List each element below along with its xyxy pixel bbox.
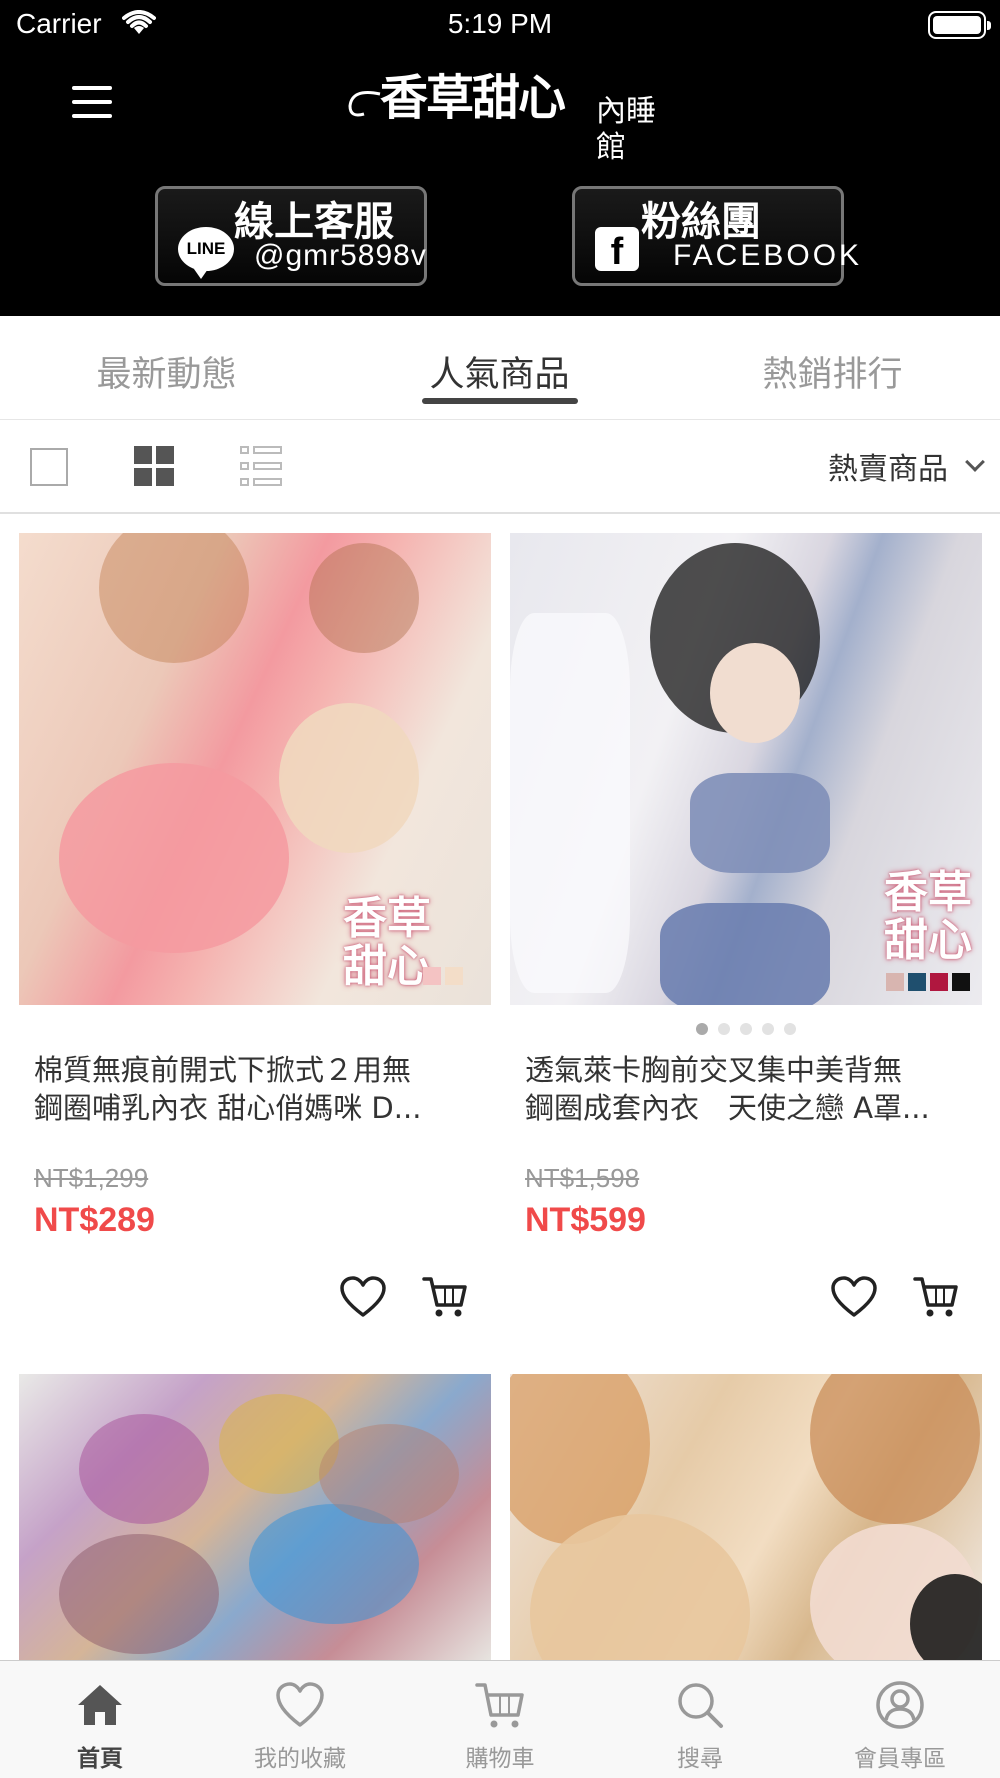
product-name-line: 鋼圈哺乳內衣 甜心俏媽咪 D... bbox=[34, 1091, 422, 1125]
tab-best-sellers[interactable]: 熱銷排行 bbox=[666, 346, 999, 397]
swatch bbox=[908, 973, 926, 991]
favorite-heart-icon[interactable] bbox=[339, 1275, 387, 1319]
hamburger-menu-button[interactable] bbox=[66, 80, 118, 126]
home-icon bbox=[78, 1685, 122, 1725]
line-support-button[interactable]: LINE 線上客服 @gmr5898v bbox=[155, 186, 427, 286]
product-name[interactable]: 棉質無痕前開式下掀式２用無 鋼圈哺乳內衣 甜心俏媽咪 D... bbox=[34, 1051, 474, 1127]
tab-latest-news[interactable]: 最新動態 bbox=[0, 346, 333, 397]
carousel-dot[interactable] bbox=[762, 1023, 774, 1035]
chevron-down-icon bbox=[965, 452, 985, 472]
product-image-carousel[interactable]: 香草 甜心 bbox=[510, 533, 982, 1005]
add-to-cart-icon[interactable] bbox=[421, 1273, 469, 1321]
line-icon: LINE bbox=[178, 227, 234, 279]
logo-main-text: 香草甜心 bbox=[380, 70, 566, 126]
tabbar-label: 會員專區 bbox=[854, 1746, 946, 1772]
logo-swirl-icon bbox=[348, 91, 381, 117]
grid-view-icon[interactable] bbox=[134, 446, 174, 486]
swatch bbox=[445, 967, 463, 985]
swatch bbox=[886, 973, 904, 991]
carousel-dot[interactable] bbox=[718, 1023, 730, 1035]
battery-icon bbox=[928, 11, 991, 39]
sale-price: NT$289 bbox=[34, 1201, 155, 1239]
product-name-line: 棉質無痕前開式下掀式２用無 bbox=[34, 1053, 412, 1087]
sort-dropdown[interactable]: 熱賣商品 bbox=[828, 444, 985, 488]
status-time: 5:19 PM bbox=[447, 8, 553, 39]
product-name-line: 透氣萊卡胸前交叉集中美背無 bbox=[525, 1053, 903, 1087]
watermark-line: 甜心 bbox=[884, 915, 972, 966]
swatch bbox=[930, 973, 948, 991]
sale-price: NT$599 bbox=[525, 1201, 646, 1239]
menu-line bbox=[72, 114, 112, 118]
original-price: NT$1,299 bbox=[34, 1163, 149, 1193]
menu-line bbox=[72, 100, 112, 104]
swatch bbox=[952, 973, 970, 991]
heart-icon bbox=[276, 1682, 324, 1727]
tabbar-favorites[interactable]: 我的收藏 bbox=[200, 1661, 400, 1778]
tabbar-label: 首頁 bbox=[77, 1746, 123, 1772]
tabbar-member[interactable]: 會員專區 bbox=[800, 1661, 1000, 1778]
tab-popular-products[interactable]: 人氣商品 bbox=[333, 346, 666, 397]
favorite-heart-icon[interactable] bbox=[830, 1275, 878, 1319]
product-card[interactable] bbox=[19, 1374, 491, 1660]
product-card[interactable]: 香草 甜心 棉質無痕前開式下掀式２用無 鋼圈哺乳內衣 甜心俏媽咪 D... NT… bbox=[19, 533, 491, 1317]
tabbar-label: 購物車 bbox=[465, 1746, 535, 1772]
product-name-line: 鋼圈成套內衣 天使之戀 A罩... bbox=[525, 1091, 930, 1125]
watermark-line: 香草 bbox=[884, 867, 972, 918]
tabbar-home[interactable]: 首頁 bbox=[0, 1661, 200, 1778]
single-view-icon[interactable] bbox=[30, 448, 68, 486]
carousel-dot[interactable] bbox=[696, 1023, 708, 1035]
category-tabs: 最新動態 人氣商品 熱銷排行 bbox=[0, 316, 1000, 420]
tabbar-label: 搜尋 bbox=[677, 1746, 723, 1772]
bottom-tab-bar: 首頁 我的收藏 購物車 搜尋 會員專區 bbox=[0, 1660, 1000, 1778]
original-price: NT$1,598 bbox=[525, 1163, 640, 1193]
product-image[interactable] bbox=[510, 1374, 982, 1660]
view-toolbar: 熱賣商品 bbox=[0, 420, 1000, 514]
user-icon bbox=[876, 1681, 924, 1729]
tabbar-search[interactable]: 搜尋 bbox=[600, 1661, 800, 1778]
facebook-icon: f bbox=[595, 227, 639, 273]
product-image[interactable] bbox=[19, 1374, 491, 1660]
status-bar: Carrier 5:19 PM bbox=[0, 0, 1000, 50]
line-button-subtitle: @gmr5898v bbox=[254, 239, 427, 272]
color-swatches bbox=[423, 967, 463, 985]
swatch bbox=[423, 967, 441, 985]
add-to-cart-icon[interactable] bbox=[912, 1273, 960, 1321]
facebook-fanpage-button[interactable]: f 粉絲團 FACEBOOK bbox=[572, 186, 859, 286]
product-name[interactable]: 透氣萊卡胸前交叉集中美背無 鋼圈成套內衣 天使之戀 A罩... bbox=[525, 1051, 965, 1127]
carousel-dot[interactable] bbox=[784, 1023, 796, 1035]
tabbar-label: 我的收藏 bbox=[254, 1746, 346, 1772]
product-card[interactable]: 香草 甜心 透氣萊卡胸前交叉集中美背無 鋼圈成套內衣 天使之戀 A罩... NT… bbox=[510, 533, 982, 1317]
logo-sub-text: 內睡館 bbox=[596, 94, 656, 165]
brand-watermark: 香草 甜心 bbox=[343, 895, 431, 991]
active-tab-indicator bbox=[422, 398, 578, 404]
product-card[interactable] bbox=[510, 1374, 982, 1660]
product-image[interactable]: 香草 甜心 bbox=[19, 533, 491, 1005]
brand-logo[interactable]: 香草甜心 內睡館 bbox=[346, 60, 666, 165]
app-header: Carrier 5:19 PM 香草甜心 內睡館 LINE 線上客服 @gmr5… bbox=[0, 0, 1000, 316]
facebook-button-subtitle: FACEBOOK bbox=[673, 239, 863, 272]
watermark-line: 香草 bbox=[343, 893, 431, 944]
watermark-line: 甜心 bbox=[343, 941, 431, 992]
cart-icon bbox=[475, 1683, 524, 1728]
carousel-dot[interactable] bbox=[740, 1023, 752, 1035]
search-icon bbox=[678, 1683, 723, 1728]
color-swatches bbox=[886, 973, 970, 991]
tabbar-cart[interactable]: 購物車 bbox=[400, 1661, 600, 1778]
sort-selected-label: 熱賣商品 bbox=[828, 452, 948, 487]
menu-line bbox=[72, 86, 112, 90]
carousel-page-indicator bbox=[510, 1023, 982, 1035]
list-view-icon[interactable] bbox=[240, 446, 282, 486]
brand-watermark: 香草 甜心 bbox=[884, 869, 972, 965]
